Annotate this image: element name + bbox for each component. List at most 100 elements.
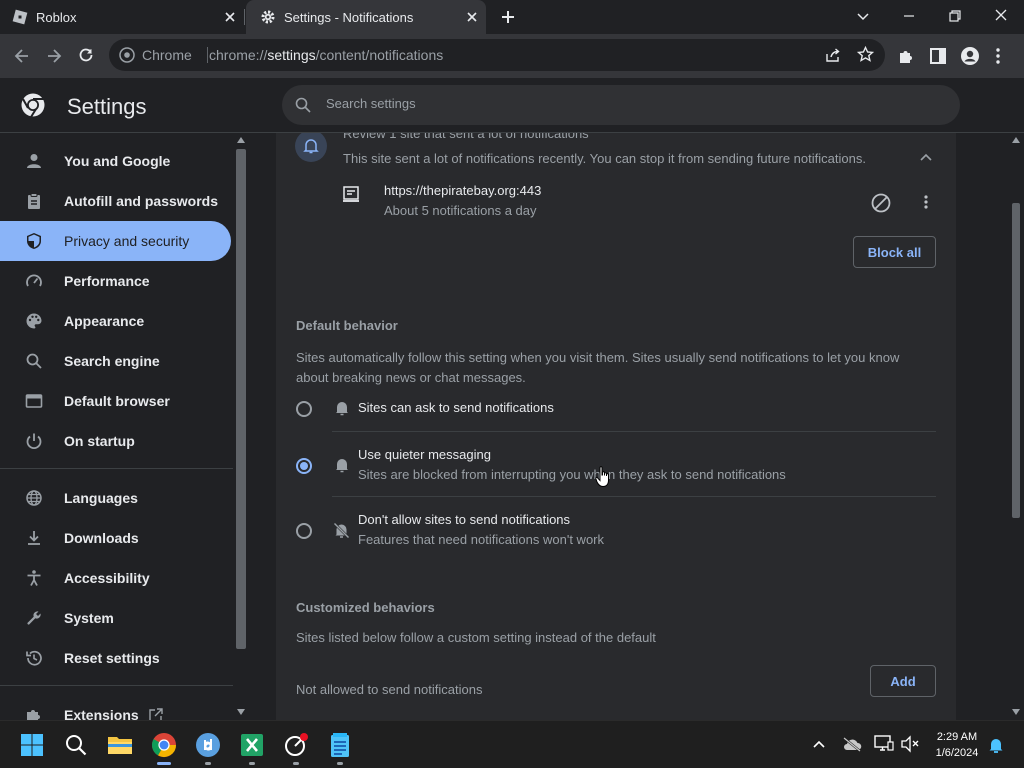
accessibility-icon	[24, 568, 44, 588]
add-button[interactable]: Add	[870, 665, 936, 697]
extensions-icon[interactable]	[897, 47, 915, 65]
notification-bell-icon[interactable]	[988, 736, 1004, 754]
sidebar-item-default-browser[interactable]: Default browser	[0, 381, 231, 421]
search-icon	[24, 351, 44, 371]
scroll-up-arrow-icon[interactable]	[1012, 137, 1020, 143]
menu-dots-icon[interactable]	[995, 47, 1001, 65]
bell-off-icon	[333, 522, 350, 539]
tray-chevron-up-icon[interactable]	[812, 738, 826, 752]
bookmark-star-icon[interactable]	[857, 46, 874, 63]
more-options-icon[interactable]	[923, 194, 929, 210]
option-sublabel: Features that need notifications won't w…	[358, 532, 605, 547]
taskbar: 2:29 AM 1/6/2024	[0, 720, 1024, 768]
radio-sites-can-ask[interactable]	[296, 401, 312, 417]
close-tab-icon[interactable]	[464, 9, 480, 25]
forward-icon[interactable]	[45, 47, 63, 65]
sidebar-item-reset[interactable]: Reset settings	[0, 638, 231, 678]
sidebar-item-autofill[interactable]: Autofill and passwords	[0, 181, 231, 221]
sidebar-item-label: On startup	[64, 433, 135, 449]
sidebar-item-label: System	[64, 610, 114, 626]
scrollbar-thumb[interactable]	[1012, 203, 1020, 518]
search-icon	[295, 97, 311, 113]
close-window-icon[interactable]	[994, 8, 1008, 22]
chrome-taskbar-icon[interactable]	[148, 729, 180, 765]
qbittorrent-icon[interactable]	[192, 729, 224, 765]
clock-date: 1/6/2024	[935, 747, 979, 759]
sidebar-item-you-and-google[interactable]: You and Google	[0, 141, 231, 181]
tab-settings[interactable]: Settings - Notifications	[246, 0, 486, 34]
network-display-icon[interactable]	[874, 735, 894, 753]
sidebar-item-downloads[interactable]: Downloads	[0, 518, 231, 558]
block-icon[interactable]	[871, 193, 891, 213]
sidebar-item-label: Performance	[64, 273, 150, 289]
sidebar-item-label: Languages	[64, 490, 138, 506]
sidebar-item-label: You and Google	[64, 153, 171, 169]
tab-separator	[244, 9, 245, 25]
bell-badge-icon	[295, 133, 327, 162]
share-icon[interactable]	[825, 47, 841, 63]
sidebar-item-system[interactable]: System	[0, 598, 231, 638]
sidebar-item-languages[interactable]: Languages	[0, 478, 231, 518]
onedrive-offline-icon[interactable]	[842, 736, 862, 752]
bell-icon	[334, 400, 350, 416]
notepad-icon[interactable]	[324, 729, 356, 765]
profile-avatar-icon[interactable]	[960, 46, 980, 66]
scroll-down-arrow-icon[interactable]	[1012, 709, 1020, 715]
block-all-button[interactable]: Block all	[853, 236, 936, 268]
scrollbar-thumb[interactable]	[236, 149, 246, 649]
side-panel-icon[interactable]	[929, 47, 947, 65]
minimize-icon[interactable]	[902, 9, 916, 23]
sidebar-item-appearance[interactable]: Appearance	[0, 301, 231, 341]
restore-icon[interactable]	[948, 9, 962, 23]
sidebar-item-accessibility[interactable]: Accessibility	[0, 558, 231, 598]
option-label[interactable]: Don't allow sites to send notifications	[358, 512, 570, 527]
taskbar-search-icon[interactable]	[60, 729, 92, 761]
collapse-chevron-icon[interactable]	[919, 151, 933, 165]
scroll-down-arrow-icon[interactable]	[237, 709, 245, 715]
omnibox-separator	[207, 47, 208, 63]
sidebar-item-label: Autofill and passwords	[64, 193, 219, 209]
roblox-icon	[12, 9, 28, 25]
sidebar-item-privacy[interactable]: Privacy and security	[0, 221, 231, 261]
excel-icon[interactable]	[236, 729, 268, 765]
sidebar-item-label: Reset settings	[64, 650, 160, 666]
reload-icon[interactable]	[77, 46, 95, 64]
url-scheme: chrome://	[209, 47, 268, 63]
radio-quieter-messaging[interactable]	[296, 458, 312, 474]
option-label[interactable]: Sites can ask to send notifications	[358, 400, 554, 415]
sidebar-item-label: Search engine	[64, 353, 160, 369]
radio-dont-allow[interactable]	[296, 523, 312, 539]
running-indicator	[337, 762, 343, 765]
sidebar-item-extensions[interactable]: Extensions	[0, 695, 231, 720]
close-tab-icon[interactable]	[222, 9, 238, 25]
chrome-logo-icon	[20, 92, 46, 118]
app-circle-icon[interactable]	[280, 729, 312, 765]
sidebar-scrollbar[interactable]	[233, 133, 250, 720]
address-bar[interactable]: Chrome chrome://settings/content/notific…	[109, 39, 885, 71]
windows-start-icon[interactable]	[16, 729, 48, 761]
scroll-up-arrow-icon[interactable]	[237, 137, 245, 143]
search-settings-input[interactable]: Search settings	[282, 85, 960, 125]
gear-icon	[260, 9, 276, 25]
review-description: This site sent a lot of notifications re…	[343, 151, 866, 166]
tab-roblox[interactable]: Roblox	[12, 0, 244, 34]
volume-muted-icon[interactable]	[900, 735, 920, 753]
sidebar-item-search-engine[interactable]: Search engine	[0, 341, 231, 381]
history-icon	[24, 648, 44, 668]
option-label[interactable]: Use quieter messaging	[358, 447, 491, 462]
sidebar-item-performance[interactable]: Performance	[0, 261, 231, 301]
sidebar-item-label: Extensions	[64, 707, 139, 720]
main-scrollbar[interactable]	[1008, 133, 1024, 720]
option-divider	[332, 496, 936, 497]
running-indicator	[249, 762, 255, 765]
file-explorer-icon[interactable]	[104, 729, 136, 761]
back-icon[interactable]	[13, 47, 31, 65]
palette-icon	[24, 311, 44, 331]
sidebar-item-on-startup[interactable]: On startup	[0, 421, 231, 461]
site-favicon-icon	[342, 185, 360, 203]
tab-search-icon[interactable]	[856, 9, 870, 23]
clock-time: 2:29 AM	[936, 731, 978, 743]
active-indicator	[157, 762, 171, 765]
new-tab-button[interactable]	[500, 9, 516, 25]
system-clock[interactable]: 2:29 AM 1/6/2024	[928, 729, 986, 761]
